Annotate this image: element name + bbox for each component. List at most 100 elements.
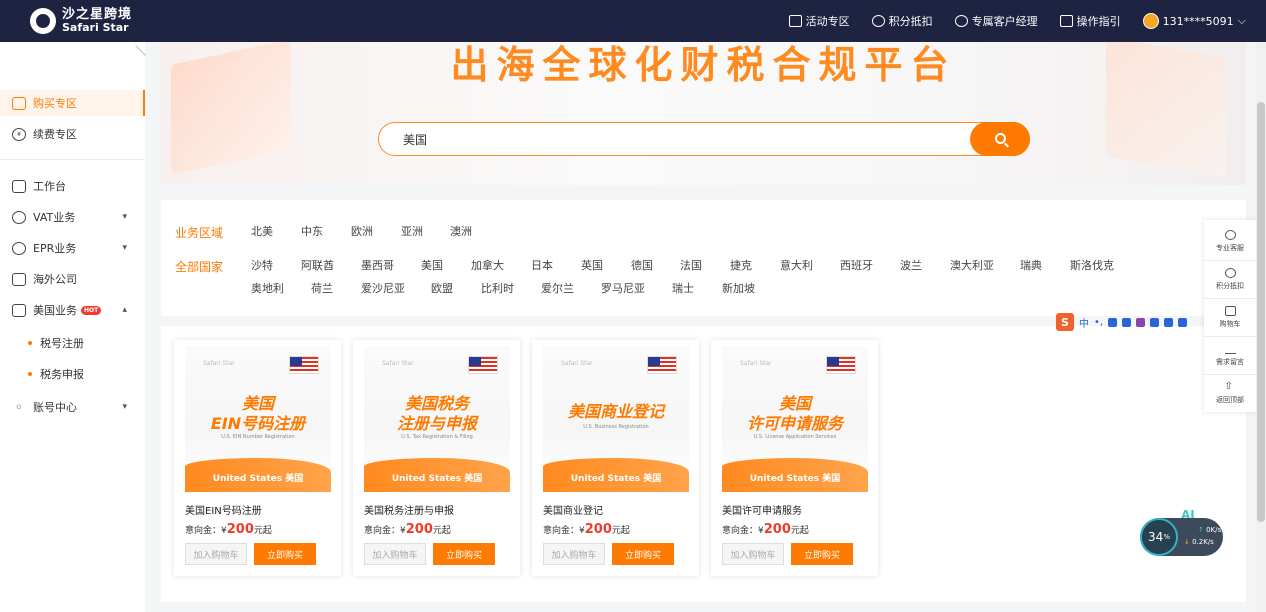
country-option[interactable]: 美国 [421,257,443,273]
country-option[interactable]: 捷克 [730,257,752,273]
sidebar-item-us[interactable]: 美国业务 HOT ▴ [0,297,145,323]
nav-activity[interactable]: 活动专区 [788,13,850,29]
scrollbar[interactable] [1256,42,1266,612]
ime-mode[interactable]: 中 [1079,315,1089,330]
nav-guide[interactable]: 操作指引 [1059,13,1121,29]
buy-now-button[interactable]: 立即购买 [612,543,674,565]
sidebar-item-epr[interactable]: EPR业务 ▾ [0,235,145,261]
sidebar-item-vat[interactable]: VAT业务 ▾ [0,204,145,230]
country-option[interactable]: 爱尔兰 [541,280,574,296]
country-option[interactable]: 波兰 [900,257,922,273]
search-button[interactable] [970,121,1030,156]
region-option[interactable]: 亚洲 [401,223,423,239]
country-option[interactable]: 英国 [581,257,603,273]
add-to-cart-button[interactable]: 加入购物车 [185,543,247,565]
game-icon[interactable] [1150,317,1160,327]
tool-cart[interactable]: 购物车 [1204,298,1256,336]
region-option[interactable]: 北美 [251,223,273,239]
ime-punct[interactable]: •, [1094,317,1103,328]
download-speed: ↓ 0.2K/s [1184,538,1214,546]
country-option[interactable]: 奥地利 [251,280,284,296]
country-label: 全部国家 [175,260,224,274]
country-option[interactable]: 加拿大 [471,257,504,273]
buy-now-button[interactable]: 立即购买 [791,543,853,565]
logo[interactable]: 沙之星跨境 Safari Star [30,8,132,34]
coins-icon [871,15,885,27]
tool-support[interactable]: 专业客服 [1204,222,1256,260]
tool-points[interactable]: 积分抵扣 [1204,260,1256,298]
country-option[interactable]: 西班牙 [840,257,873,273]
search-input[interactable] [403,129,963,149]
product-name[interactable]: 美国商业登记 [543,502,603,517]
country-option[interactable]: 比利时 [481,280,514,296]
vat-icon [12,210,26,224]
brand-mark: Safari Star [203,360,235,367]
nav-points[interactable]: 积分抵扣 [871,13,933,29]
region-option[interactable]: 澳洲 [450,223,472,239]
product-price: 意向金：¥200元起 [722,522,809,537]
country-option[interactable]: 荷兰 [311,280,333,296]
user-menu[interactable]: 131****5091 ⌵ [1142,13,1246,29]
product-image: Safari Star 美国税务 注册与申报 U.S. Tax Registra… [364,346,510,492]
country-option[interactable]: 瑞典 [1020,257,1042,273]
grid-icon[interactable] [1164,317,1174,327]
chevron-down-icon: ▾ [122,212,127,222]
product-card[interactable]: Safari Star 美国税务 注册与申报 U.S. Tax Registra… [353,340,520,576]
keyboard-icon[interactable] [1122,317,1132,327]
brand-mark: Safari Star [740,360,772,367]
country-option[interactable]: 法国 [680,257,702,273]
product-name[interactable]: 美国许可申请服务 [722,502,802,517]
gear-icon[interactable] [1178,317,1188,327]
region-option[interactable]: 欧洲 [351,223,373,239]
sidebar-item-workbench[interactable]: 工作台 [0,173,145,199]
country-option[interactable]: 墨西哥 [361,257,394,273]
product-name[interactable]: 美国EIN号码注册 [185,502,262,517]
region-option[interactable]: 中东 [301,223,323,239]
product-card[interactable]: Safari Star 美国商业登记 U.S. Business Registr… [532,340,699,576]
sidebar-sub-tax-register[interactable]: 税号注册 [28,335,84,351]
country-option[interactable]: 爱沙尼亚 [361,280,405,296]
country-option[interactable]: 斯洛伐克 [1070,257,1114,273]
sidebar-item-renew[interactable]: ¥ 续费专区 [0,121,145,147]
country-option[interactable]: 瑞士 [672,280,694,296]
product-card[interactable]: Safari Star 美国 许可申请服务 U.S. License Appli… [711,340,878,576]
sogou-logo[interactable]: S [1056,313,1074,331]
country-option[interactable]: 德国 [631,257,653,273]
country-option[interactable]: 日本 [531,257,553,273]
sidebar: 购买专区 ¥ 续费专区 工作台 VAT业务 ▾ EPR业务 ▾ 海外公司 美国业务 HO… [0,42,146,612]
brand-mark: Safari Star [561,360,593,367]
add-to-cart-button[interactable]: 加入购物车 [722,543,784,565]
country-option[interactable]: 阿联酋 [301,257,334,273]
nav-manager[interactable]: 专属客户经理 [954,13,1038,29]
country-option[interactable]: 沙特 [251,257,273,273]
network-meter[interactable]: 34% ↑ 0K/s ↓ 0.2K/s [1140,518,1223,556]
us-flag-icon [826,356,856,374]
avatar [1142,13,1159,29]
mic-icon[interactable] [1108,317,1118,327]
sidebar-item-account[interactable]: ⚇ 账号中心 ▾ [0,394,145,420]
product-card[interactable]: Safari Star 美国 EIN号码注册 U.S. EIN Number R… [174,340,341,576]
country-option[interactable]: 意大利 [780,257,813,273]
collapse-icon[interactable] [126,45,146,65]
product-name[interactable]: 美国税务注册与申报 [364,502,454,517]
buy-now-button[interactable]: 立即购买 [254,543,316,565]
country-option[interactable]: 罗马尼亚 [601,280,645,296]
scroll-thumb[interactable] [1257,102,1265,522]
chevron-down-icon: ⌵ [1237,14,1246,27]
sidebar-item-overseas[interactable]: 海外公司 [0,266,145,292]
skin-icon[interactable] [1136,317,1146,327]
sidebar-item-buy[interactable]: 购买专区 [0,90,145,116]
gift-icon [788,15,802,27]
tool-message[interactable]: 需求留言 [1204,336,1256,374]
country-option[interactable]: 欧盟 [431,280,453,296]
buy-now-button[interactable]: 立即购买 [433,543,495,565]
tool-back-to-top[interactable]: ⇧ 返回顶部 [1204,374,1256,412]
sidebar-sub-tax-filing[interactable]: 税务申报 [28,366,84,382]
add-to-cart-button[interactable]: 加入购物车 [364,543,426,565]
yuan-icon: ¥ [12,127,26,141]
product-price: 意向金：¥200元起 [185,522,272,537]
add-to-cart-button[interactable]: 加入购物车 [543,543,605,565]
country-option[interactable]: 新加坡 [722,280,755,296]
country-option[interactable]: 澳大利亚 [950,257,994,273]
brand-mark: Safari Star [382,360,414,367]
